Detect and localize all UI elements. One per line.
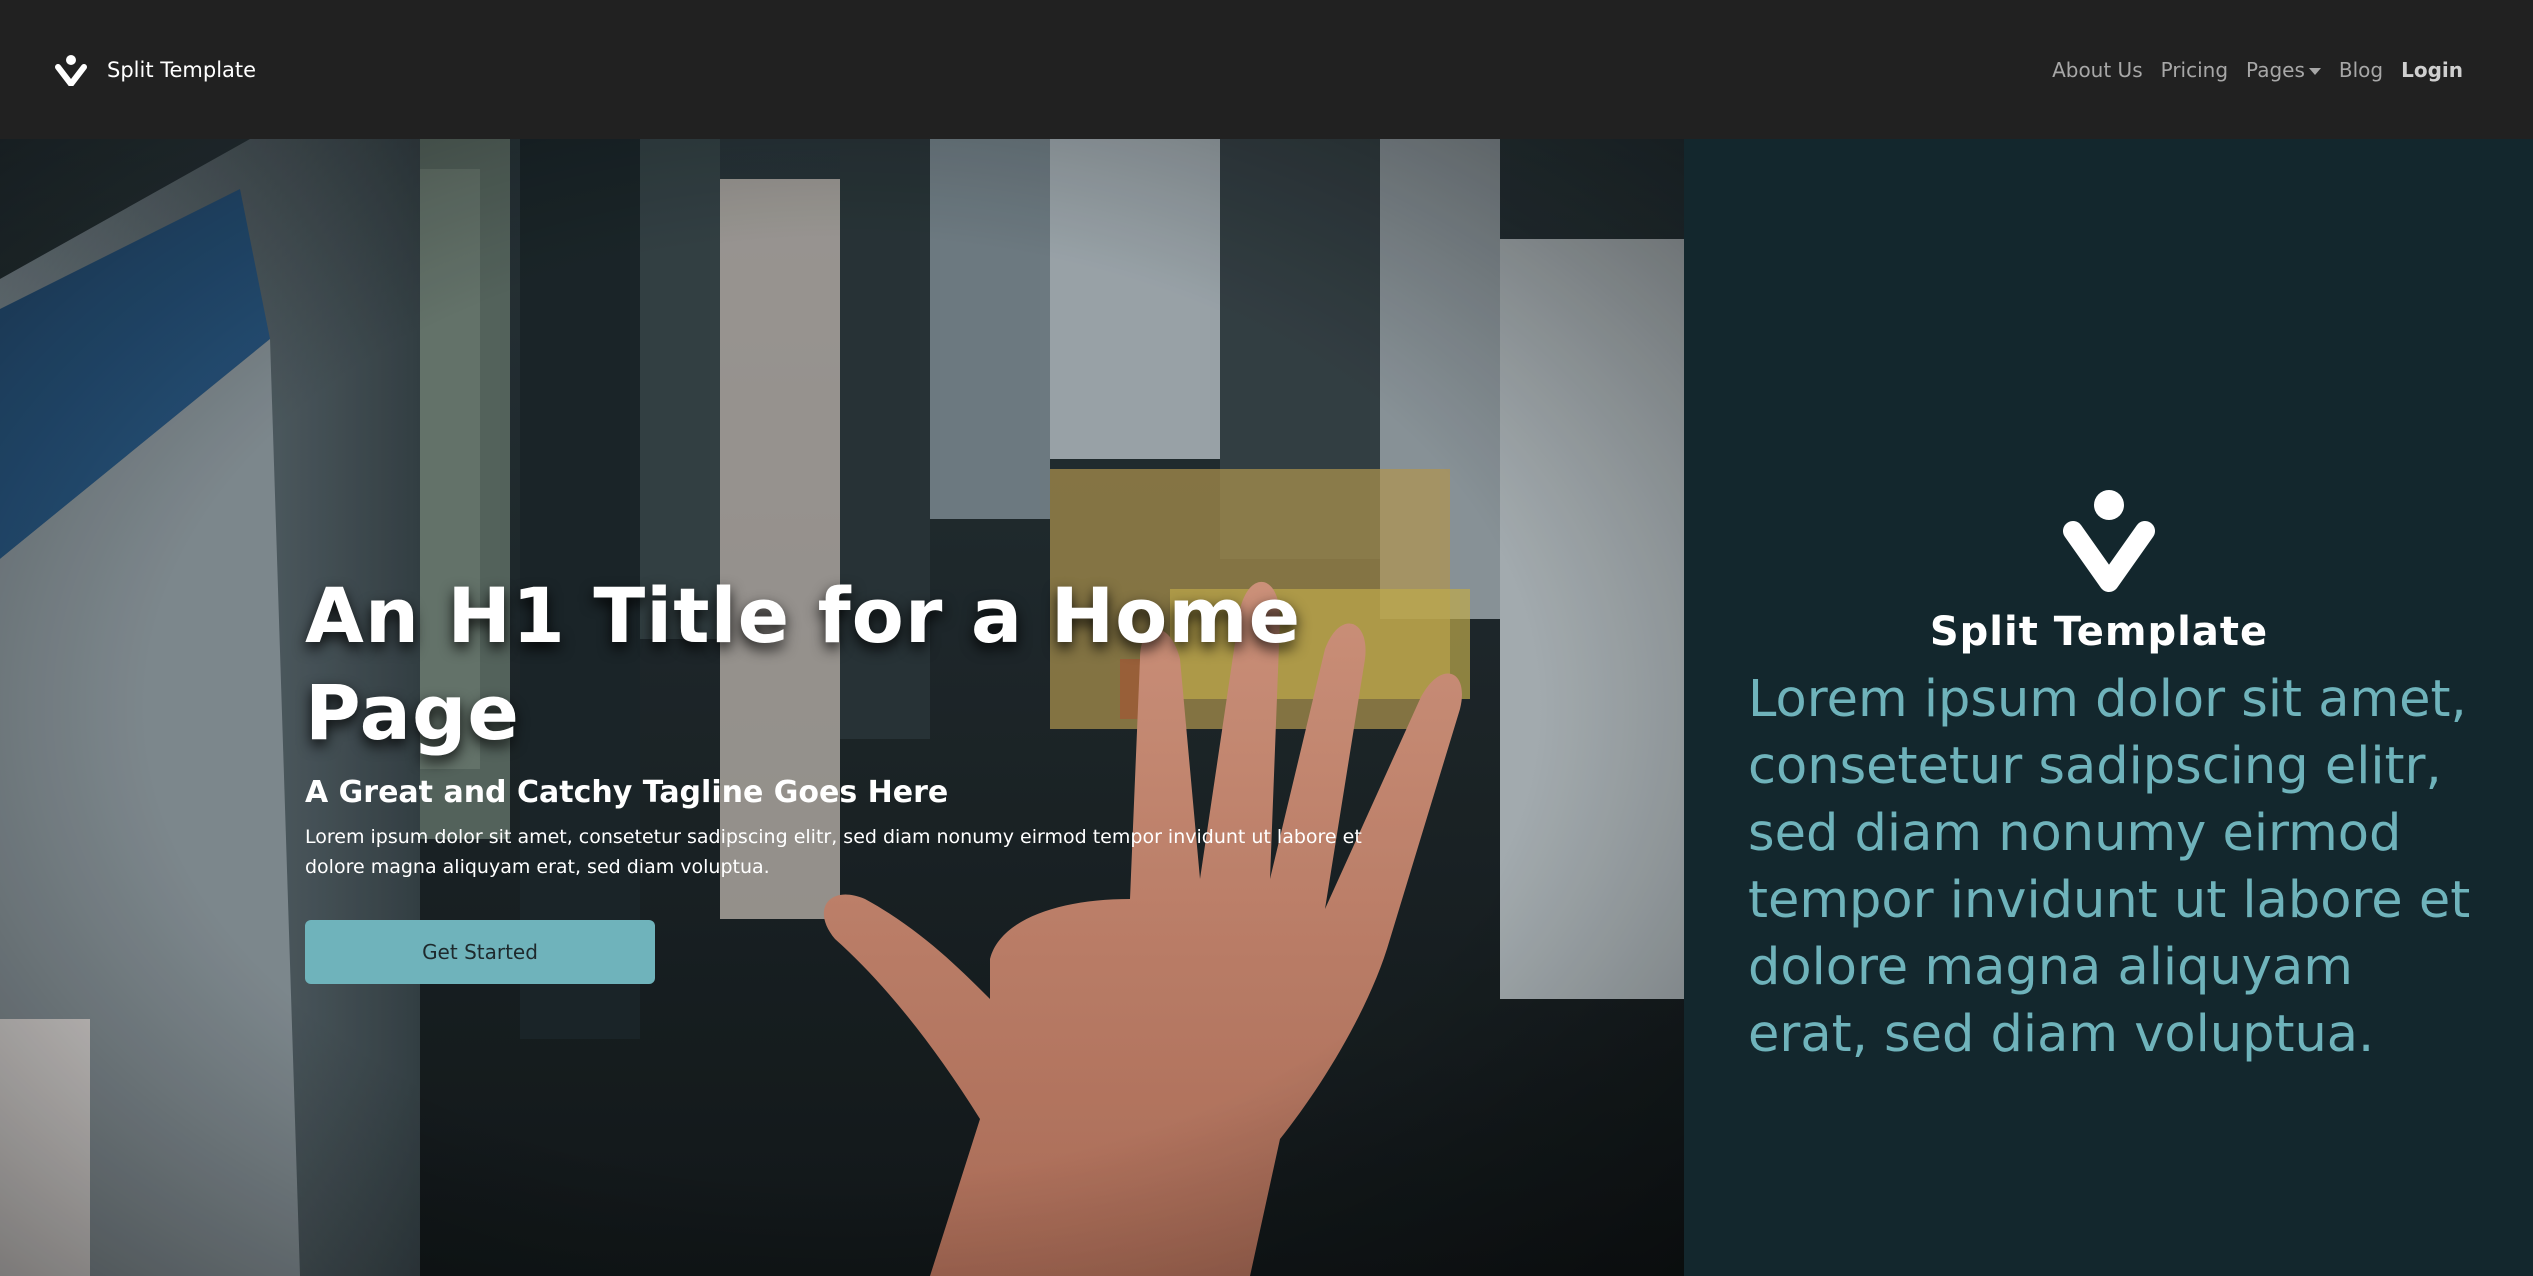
nav-pricing[interactable]: Pricing: [2161, 58, 2228, 82]
chevron-down-icon: [2308, 67, 2321, 75]
navbar: Split Template About Us Pricing Pages Bl…: [0, 0, 2533, 139]
nav-pages-dropdown[interactable]: Pages: [2246, 58, 2321, 82]
brand-name: Split Template: [107, 57, 257, 82]
nav-pages-label: Pages: [2246, 57, 2305, 82]
hero-tagline: A Great and Catchy Tagline Goes Here: [305, 775, 949, 810]
get-started-button[interactable]: Get Started: [305, 920, 655, 984]
nav-login[interactable]: Login: [2401, 58, 2463, 82]
split-panel: Split Template Lorem ipsum dolor sit ame…: [1684, 139, 2533, 1276]
hero-description: Lorem ipsum dolor sit amet, consetetur s…: [305, 826, 1362, 878]
panel-description: Lorem ipsum dolor sit amet, consetetur s…: [1748, 670, 2471, 1064]
nav-about-us[interactable]: About Us: [2052, 58, 2143, 82]
hero-section: An H1 Title for a Home Page A Great and …: [0, 139, 1684, 1276]
brand-logo-icon: [55, 54, 87, 86]
panel-brand-name: Split Template: [1929, 609, 2269, 655]
main-nav: About Us Pricing Pages Blog Login: [2052, 58, 2463, 82]
hero-content: An H1 Title for a Home Page A Great and …: [305, 567, 1405, 984]
brand-logo-icon-large: [2063, 490, 2155, 592]
hero-title: An H1 Title for a Home Page: [305, 571, 1302, 757]
nav-blog[interactable]: Blog: [2339, 58, 2383, 82]
brand-link[interactable]: Split Template: [55, 54, 256, 86]
